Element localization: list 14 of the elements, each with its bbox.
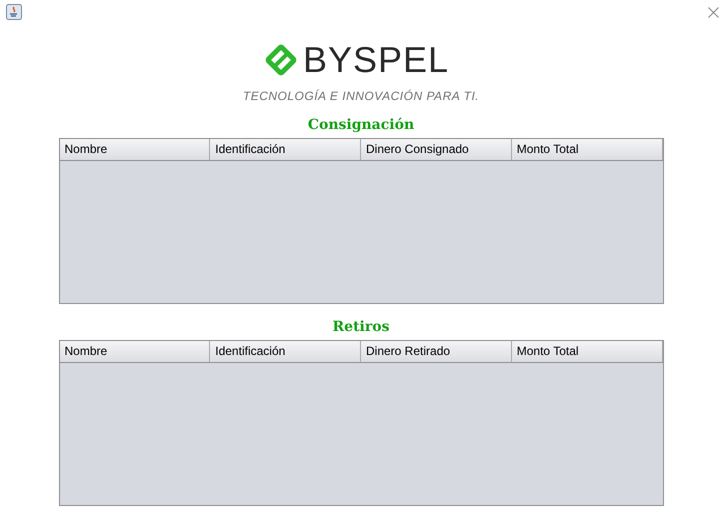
column-header[interactable]: Identificación — [210, 341, 361, 362]
close-icon[interactable] — [708, 7, 719, 18]
column-header[interactable]: Identificación — [210, 139, 361, 160]
column-header[interactable]: Dinero Consignado — [361, 139, 512, 160]
table-title: Consignación — [308, 116, 414, 135]
column-header[interactable]: Nombre — [60, 139, 210, 160]
tagline: TECNOLOGÍA E INNOVACIÓN PARA TI. — [242, 88, 480, 105]
column-header[interactable]: Nombre — [60, 341, 210, 362]
column-header[interactable]: Dinero Retirado — [361, 341, 512, 362]
app-icon — [6, 4, 22, 20]
table-title: Retiros — [332, 318, 390, 337]
column-header[interactable]: Monto Total — [512, 341, 662, 362]
column-header[interactable]: Monto Total — [512, 139, 662, 160]
logo-text: BYSPEL — [302, 42, 450, 78]
